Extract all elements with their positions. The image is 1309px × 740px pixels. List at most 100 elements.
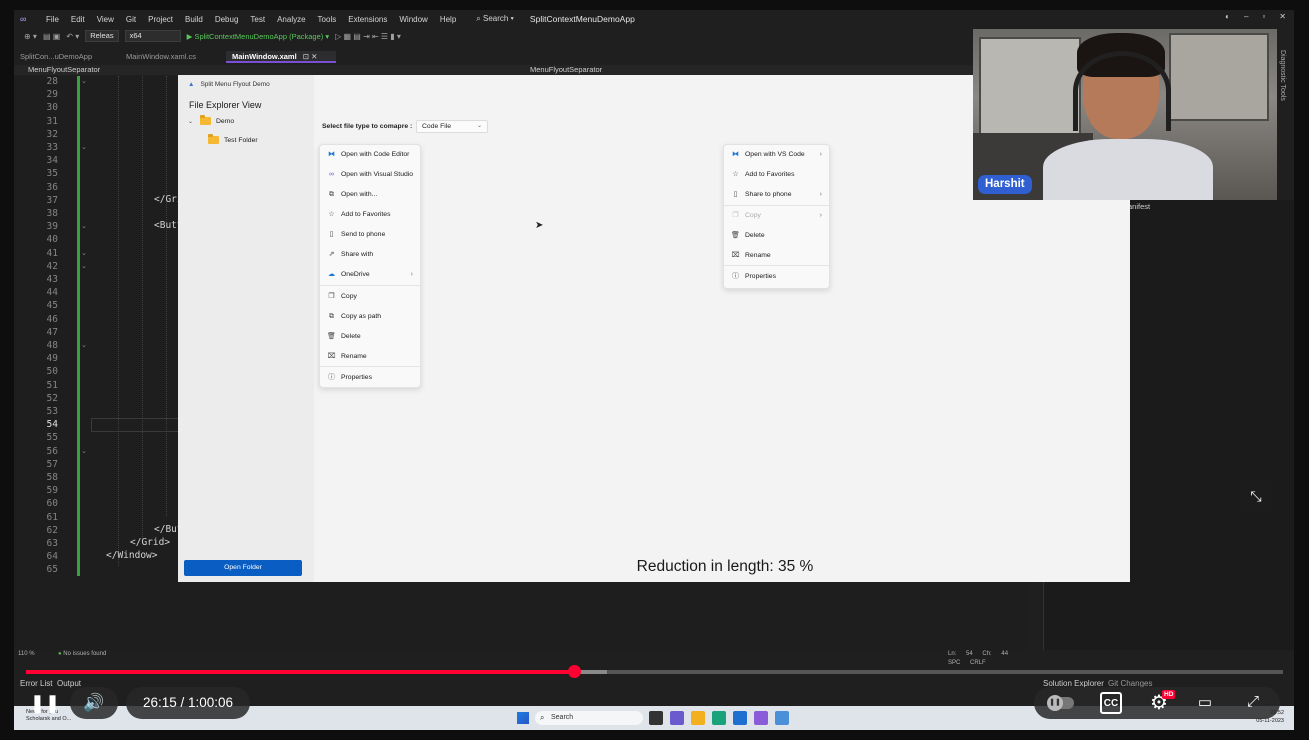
visual-studio-icon[interactable] xyxy=(754,711,768,725)
fold-chevron-icon[interactable]: ⌄ xyxy=(81,77,87,85)
menu-send-to-phone[interactable]: ▯ Send to phone xyxy=(320,228,420,242)
phone-icon: ▯ xyxy=(733,191,738,198)
minimize-icon[interactable]: – xyxy=(1244,12,1248,21)
fold-chevron-icon[interactable]: ⌄ xyxy=(81,341,87,349)
menu-rename[interactable]: ⌧ Rename xyxy=(320,350,420,364)
file-explorer-icon[interactable] xyxy=(691,711,705,725)
menu-build[interactable]: Build xyxy=(179,15,209,24)
tab-mainwindow-xaml[interactable]: MainWindow.xaml ⊡ ✕ xyxy=(226,51,336,63)
menu-copy[interactable]: ❐ Copy xyxy=(320,290,420,304)
menu-onedrive[interactable]: ☁ OneDrive › xyxy=(320,268,420,282)
menu-copy[interactable]: ❐ Copy › xyxy=(724,209,829,223)
menu-analyze[interactable]: Analyze xyxy=(271,15,311,24)
line-number: 53 xyxy=(46,406,58,417)
pause-button[interactable]: ❚❚ xyxy=(27,687,63,719)
fold-chevron-icon[interactable]: ⌄ xyxy=(81,222,87,230)
menu-open-with[interactable]: ⧉ Open with... xyxy=(320,188,420,202)
profile-icon[interactable]: ◐ xyxy=(1225,12,1230,21)
menu-rename[interactable]: ⌧ Rename xyxy=(724,249,829,263)
fullscreen-icon[interactable]: ⤢ xyxy=(1242,691,1264,713)
solution-title: SplitContextMenuDemoApp xyxy=(529,14,635,24)
tab-close-icon[interactable]: ⊡ ✕ xyxy=(303,52,318,61)
menu-project[interactable]: Project xyxy=(142,15,179,24)
maximize-icon[interactable]: ▫ xyxy=(1262,12,1265,21)
menu-help[interactable]: Help xyxy=(434,15,462,24)
menu-properties[interactable]: ⓘ Properties xyxy=(724,270,829,284)
menu-copy-as-path[interactable]: ⧉ Copy as path xyxy=(320,310,420,324)
tree-item-test-folder[interactable]: Test Folder xyxy=(208,134,258,144)
menu-git[interactable]: Git xyxy=(120,15,142,24)
autoplay-toggle[interactable]: ❚❚ xyxy=(1047,695,1074,711)
fold-chevron-icon[interactable]: ⌄ xyxy=(81,262,87,270)
line-number: 47 xyxy=(46,326,58,338)
nav-element-left[interactable]: MenuFlyoutSeparator xyxy=(28,65,100,75)
fold-chevron-icon[interactable]: ⌄ xyxy=(81,143,87,151)
configuration-select[interactable]: Releas xyxy=(85,30,119,42)
save-all-icon[interactable]: ▤ ▣ xyxy=(43,32,60,41)
vscode-icon: ⧓ xyxy=(328,151,335,158)
tab-mainwindow-cs[interactable]: MainWindow.xaml.cs xyxy=(120,51,226,63)
chevron-down-icon[interactable]: ⌄ xyxy=(188,118,195,125)
open-folder-button[interactable]: Open Folder xyxy=(184,560,302,576)
edge-icon[interactable] xyxy=(712,711,726,725)
miniplayer-icon[interactable]: ⤡ xyxy=(1239,480,1273,513)
menu-add-to-favorites[interactable]: ☆ Add to Favorites xyxy=(320,208,420,222)
time-display: 26:15 / 1:00:06 xyxy=(126,687,250,719)
navigate-icon[interactable]: ⊕ ▾ xyxy=(24,32,37,41)
menu-add-to-favorites[interactable]: ☆ Add to Favorites xyxy=(724,168,829,182)
menu-delete[interactable]: 🗑 Delete xyxy=(320,330,420,344)
context-menu-flyout: ⧓ Open with Code Editor ∞ Open with Visual… xyxy=(319,144,421,388)
file-type-select[interactable]: Code File ⌄ xyxy=(416,120,488,133)
app-window-title: ▲ Split Menu Flyout Demo xyxy=(188,81,270,88)
menu-open-with-code-editor[interactable]: ⧓ Open with Code Editor xyxy=(320,148,420,162)
menu-delete[interactable]: 🗑 Delete xyxy=(724,229,829,243)
menu-debug[interactable]: Debug xyxy=(209,15,245,24)
menu-share-with[interactable]: ⇗ Share with xyxy=(320,248,420,262)
undo-icon[interactable]: ↶ ▾ xyxy=(66,32,79,41)
tree-item-demo[interactable]: ⌄ Demo xyxy=(188,115,234,125)
menu-open-with-vs-code[interactable]: ⧓ Open with VS Code › xyxy=(724,148,829,162)
line-number: 49 xyxy=(46,353,58,365)
tab-project[interactable]: SplitCon...uDemoApp xyxy=(14,51,120,63)
menu-test[interactable]: Test xyxy=(244,15,271,24)
store-icon[interactable] xyxy=(733,711,747,725)
issues-indicator[interactable]: ● No issues found xyxy=(58,650,106,659)
zoom-level[interactable]: 110 % xyxy=(18,650,35,659)
progress-scrubber-handle[interactable] xyxy=(568,665,582,678)
theater-mode-icon[interactable]: ▭ xyxy=(1194,692,1216,714)
run-button[interactable]: ▶ SplitContextMenuDemoApp (Package) ▾ xyxy=(187,32,330,41)
menu-edit[interactable]: Edit xyxy=(65,15,91,24)
menu-window[interactable]: Window xyxy=(393,15,433,24)
change-indicator xyxy=(77,76,80,576)
line-number: 34 xyxy=(46,155,58,167)
menu-properties[interactable]: ⓘ Properties xyxy=(320,371,420,385)
task-view-icon[interactable] xyxy=(649,711,663,725)
menu-tools[interactable]: Tools xyxy=(312,15,343,24)
captions-button[interactable]: CC xyxy=(1100,692,1122,714)
menu-share-to-phone[interactable]: ▯ Share to phone › xyxy=(724,188,829,202)
platform-select[interactable]: x64 xyxy=(124,30,181,42)
fold-chevron-icon[interactable]: ⌄ xyxy=(81,249,87,257)
menu-extensions[interactable]: Extensions xyxy=(342,15,393,24)
vs-menubar: ∞ File Edit View Git Project Build Debug… xyxy=(14,10,1294,28)
line-number: 44 xyxy=(46,287,58,299)
info-icon: ⓘ xyxy=(328,374,335,381)
windows-start-icon[interactable] xyxy=(517,712,529,724)
app-window-icon[interactable] xyxy=(775,711,789,725)
teams-icon[interactable] xyxy=(670,711,684,725)
volume-button[interactable]: 🔊 xyxy=(70,687,118,719)
fold-chevron-icon[interactable]: ⌄ xyxy=(81,447,87,455)
info-icon: ⓘ xyxy=(732,273,739,280)
menu-view[interactable]: View xyxy=(91,15,120,24)
close-icon[interactable]: ✕ xyxy=(1279,12,1286,21)
vs-search-button[interactable]: ⌕ Search ▾ xyxy=(470,13,520,25)
indent-guide xyxy=(118,76,119,566)
taskbar-search[interactable]: ⌕ Search xyxy=(535,711,643,725)
video-progress-bar[interactable] xyxy=(26,670,1283,674)
taskbar-apps xyxy=(649,711,789,725)
nav-element-right[interactable]: MenuFlyoutSeparator xyxy=(530,65,602,75)
menu-open-with-visual-studio[interactable]: ∞ Open with Visual Studio xyxy=(320,168,420,182)
toolbar-tools-icon[interactable]: ▷ ▦ ▤ ⇥ ⇤ ☰ ▮ ▾ xyxy=(335,32,401,41)
diagnostic-tools-tab[interactable]: Diagnostic Tools xyxy=(1276,50,1286,110)
menu-file[interactable]: File xyxy=(40,15,65,24)
